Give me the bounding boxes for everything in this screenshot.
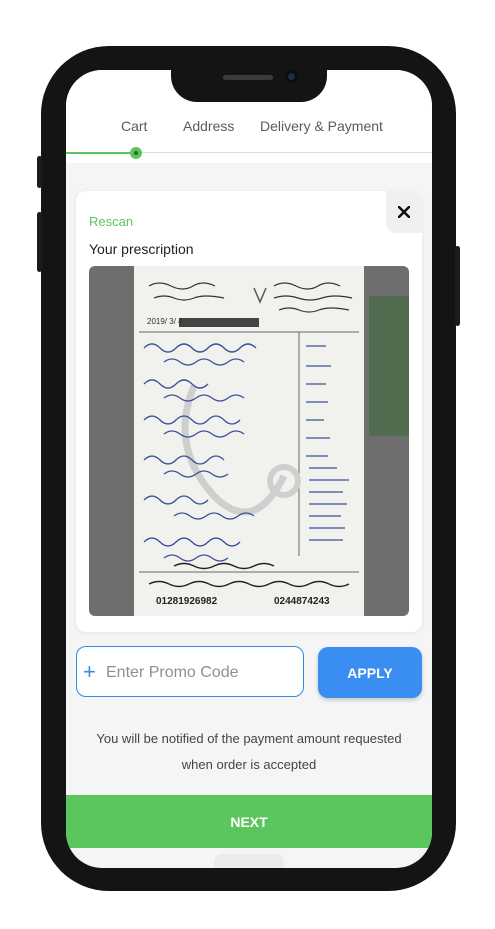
apply-button[interactable]: APPLY — [318, 647, 422, 698]
phone-notch — [171, 46, 327, 102]
close-icon — [398, 206, 410, 218]
speaker-grille — [223, 75, 273, 80]
rescan-link[interactable]: Rescan — [89, 214, 133, 229]
phone-side-button — [37, 212, 42, 272]
step-delivery-payment[interactable]: Delivery & Payment — [260, 118, 383, 134]
prescription-image: 2019/ 3/ 4 01281926982 0244874243 — [89, 266, 409, 616]
promo-code-field[interactable]: + — [76, 646, 304, 697]
prescription-paper: 2019/ 3/ 4 01281926982 0244874243 — [134, 266, 364, 616]
progress-fill — [66, 152, 136, 154]
next-button[interactable]: NEXT — [66, 795, 432, 848]
svg-text:2019/ 3/ 4: 2019/ 3/ 4 — [147, 317, 183, 326]
app-screen: Cart Address Delivery & Payment Rescan Y… — [66, 70, 432, 868]
home-indicator — [214, 854, 284, 868]
prescription-title: Your prescription — [89, 241, 194, 257]
photo-background-leaf — [369, 296, 409, 436]
phone-side-button — [455, 246, 460, 326]
svg-text:0244874243: 0244874243 — [274, 596, 330, 607]
progress-indicator — [130, 147, 142, 159]
payment-notice: You will be notified of the payment amou… — [96, 731, 402, 772]
step-cart[interactable]: Cart — [121, 118, 147, 134]
promo-code-input[interactable] — [104, 658, 298, 688]
close-button[interactable] — [386, 191, 422, 233]
plus-icon: + — [83, 659, 96, 684]
phone-side-button — [37, 156, 42, 188]
prescription-card: Rescan Your prescription 2019/ 3/ 4 0128… — [76, 191, 422, 632]
step-address[interactable]: Address — [183, 118, 234, 134]
svg-text:01281926982: 01281926982 — [156, 596, 218, 607]
prescription-handwriting: 2019/ 3/ 4 01281926982 0244874243 — [139, 282, 359, 607]
front-camera — [285, 70, 298, 83]
